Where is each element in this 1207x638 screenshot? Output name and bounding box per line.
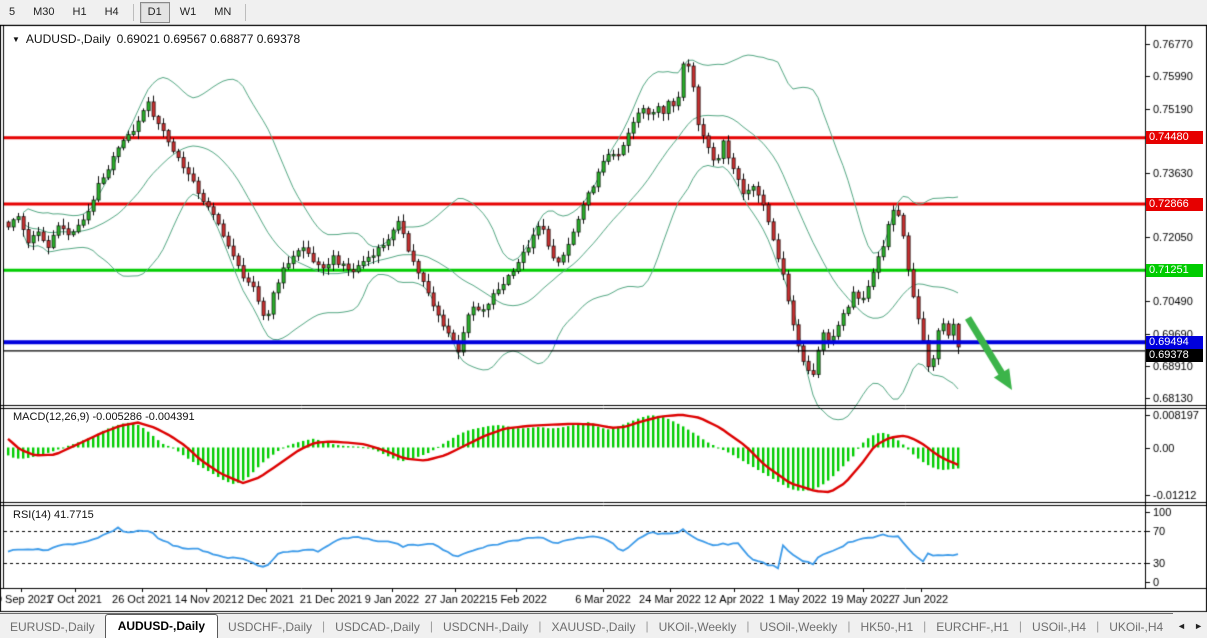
price-chart-canvas[interactable] bbox=[0, 25, 1207, 613]
timeframe-button-d1[interactable]: D1 bbox=[140, 2, 170, 23]
chart-tab-usdcnh-daily[interactable]: USDCNH-,Daily bbox=[433, 616, 538, 638]
price-level-badge: 0.69494 bbox=[1146, 336, 1203, 349]
chart-tab-hk50-h1[interactable]: HK50-,H1 bbox=[850, 616, 923, 638]
timeframe-button-h4[interactable]: H4 bbox=[97, 2, 127, 23]
chart-window: ▼ AUDUSD-,Daily 0.69021 0.69567 0.68877 … bbox=[0, 25, 1207, 613]
chart-tab-usdcad-daily[interactable]: USDCAD-,Daily bbox=[325, 616, 430, 638]
chart-ohlc-values: 0.69021 0.69567 0.68877 0.69378 bbox=[117, 32, 301, 46]
tab-scroll-right-icon[interactable]: ► bbox=[1194, 621, 1203, 631]
chart-tab-usoil-weekly[interactable]: USOil-,Weekly bbox=[750, 616, 848, 638]
rsi-value: 41.7715 bbox=[54, 509, 94, 521]
chart-tab-eurchf-h1[interactable]: EURCHF-,H1 bbox=[926, 616, 1019, 638]
macd-name: MACD(12,26,9) bbox=[13, 411, 89, 423]
price-level-badge: 0.69378 bbox=[1146, 349, 1203, 362]
timeframe-button-mn[interactable]: MN bbox=[206, 2, 239, 23]
chevron-down-icon[interactable]: ▼ bbox=[12, 35, 20, 44]
macd-indicator-label: MACD(12,26,9) -0.005286 -0.004391 bbox=[13, 411, 195, 423]
price-level-badge: 0.74480 bbox=[1146, 131, 1203, 144]
rsi-indicator-label: RSI(14) 41.7715 bbox=[13, 509, 94, 521]
timeframe-toolbar: 5M30H1H4 D1W1MN bbox=[0, 0, 1207, 25]
timeframe-button-5[interactable]: 5 bbox=[1, 2, 23, 23]
chart-tab-usoil-h4[interactable]: USOil-,H4 bbox=[1022, 616, 1096, 638]
tab-scroll-arrows: ◄ ► bbox=[1173, 613, 1207, 638]
macd-values: -0.005286 -0.004391 bbox=[92, 411, 194, 423]
toolbar-separator bbox=[133, 4, 134, 21]
tab-scroll-left-icon[interactable]: ◄ bbox=[1177, 621, 1186, 631]
chart-tab-bar: EURUSD-,DailyAUDUSD-,DailyUSDCHF-,Daily|… bbox=[0, 613, 1207, 638]
chart-tab-ukoil-h4[interactable]: UKOil-,H4 bbox=[1099, 616, 1173, 638]
chart-tab-audusd-daily[interactable]: AUDUSD-,Daily bbox=[105, 614, 218, 638]
timeframe-button-m30[interactable]: M30 bbox=[25, 2, 62, 23]
price-level-badge: 0.71251 bbox=[1146, 264, 1203, 277]
chart-tab-usdchf-daily[interactable]: USDCHF-,Daily bbox=[218, 616, 322, 638]
timeframe-button-h1[interactable]: H1 bbox=[65, 2, 95, 23]
chart-tab-eurusd-daily[interactable]: EURUSD-,Daily bbox=[0, 616, 105, 638]
chart-symbol-label: AUDUSD-,Daily bbox=[26, 32, 111, 46]
toolbar-separator bbox=[245, 4, 246, 21]
chart-title: ▼ AUDUSD-,Daily 0.69021 0.69567 0.68877 … bbox=[12, 32, 300, 46]
timeframe-button-w1[interactable]: W1 bbox=[172, 2, 205, 23]
trading-terminal-window: 5M30H1H4 D1W1MN ▼ AUDUSD-,Daily 0.69021 0… bbox=[0, 0, 1207, 638]
chart-tab-xauusd-daily[interactable]: XAUUSD-,Daily bbox=[541, 616, 645, 638]
price-level-badge: 0.72866 bbox=[1146, 198, 1203, 211]
chart-tab-ukoil-weekly[interactable]: UKOil-,Weekly bbox=[649, 616, 747, 638]
rsi-name: RSI(14) bbox=[13, 509, 51, 521]
